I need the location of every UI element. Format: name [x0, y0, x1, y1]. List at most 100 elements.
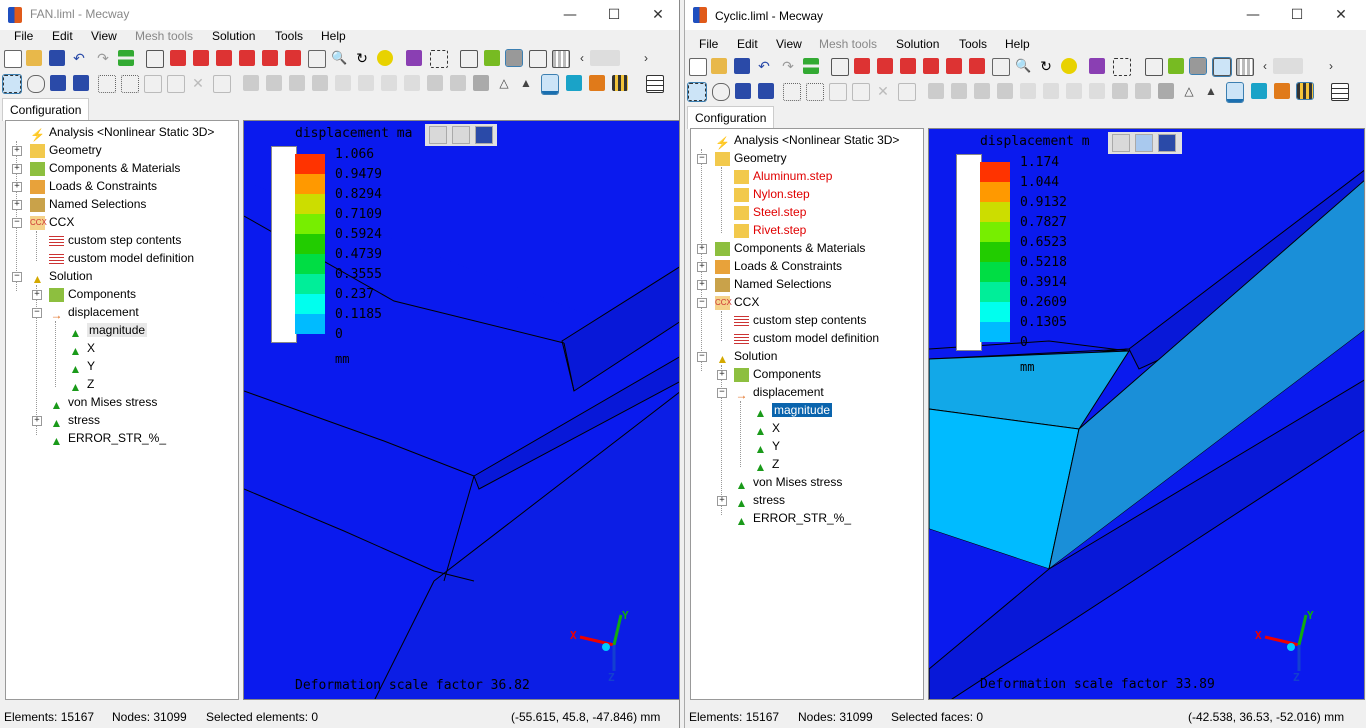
mesh-view-icon[interactable] — [552, 50, 570, 68]
toolbar-scroll-thumb[interactable] — [1273, 58, 1303, 74]
tree-item-named-selections[interactable]: Named Selections — [30, 195, 146, 213]
tree-item-ccx[interactable]: CCX CCX — [715, 293, 759, 311]
tree-item-analysis[interactable]: ⚡ Analysis <Nonlinear Static 3D> — [715, 131, 899, 150]
rotate-icon[interactable]: ↻ — [354, 50, 370, 66]
expand-toggle[interactable]: + — [12, 182, 22, 192]
open-folder-icon[interactable] — [711, 58, 727, 74]
collapse-toggle[interactable]: − — [32, 308, 42, 318]
solve-icon[interactable] — [803, 58, 819, 74]
select-mode-icon[interactable] — [430, 50, 448, 68]
tool-k-icon[interactable] — [1158, 83, 1174, 99]
menu-file[interactable]: File — [699, 37, 718, 51]
tree-item-stress[interactable]: ▲ stress — [734, 491, 785, 510]
undo-icon[interactable]: ↶ — [756, 58, 772, 74]
tree-item-von-mises[interactable]: ▲ von Mises stress — [734, 473, 843, 492]
tool-j-icon[interactable] — [450, 75, 466, 91]
select-pointer-icon[interactable] — [2, 74, 22, 94]
tool-f-icon[interactable] — [1043, 83, 1059, 99]
triangle-solid-icon[interactable]: ▲ — [1203, 83, 1219, 99]
tool-b-icon[interactable] — [951, 83, 967, 99]
view-wire-icon[interactable] — [1112, 134, 1130, 152]
legend-slider[interactable] — [271, 146, 297, 343]
3d-viewport[interactable]: displacement m 1.174 1.044 0.9132 0.7827 0.6… — [928, 128, 1365, 700]
zoom-icon[interactable]: 🔍 — [1015, 58, 1031, 74]
menu-solution[interactable]: Solution — [212, 29, 255, 43]
tree-item-geometry[interactable]: Geometry — [715, 149, 787, 167]
tool-e-icon[interactable] — [335, 75, 351, 91]
tab-configuration[interactable]: Configuration — [2, 98, 90, 121]
menu-mesh-tools[interactable]: Mesh tools — [135, 29, 193, 43]
deformed-shape-icon[interactable] — [541, 74, 559, 95]
tool-h-icon[interactable] — [404, 75, 420, 91]
explode-icon[interactable] — [98, 75, 116, 93]
tree-item-z[interactable]: ▲ Z — [68, 375, 95, 394]
view-hidden-icon[interactable] — [452, 126, 470, 144]
paint-icon[interactable] — [406, 50, 422, 66]
open-folder-icon[interactable] — [26, 50, 42, 66]
paint-icon[interactable] — [1089, 58, 1105, 74]
tool-f-icon[interactable] — [358, 75, 374, 91]
node-star-icon[interactable] — [806, 83, 824, 101]
split-icon[interactable] — [213, 75, 231, 93]
transform-icon[interactable] — [460, 50, 478, 68]
element-select-icon[interactable] — [50, 75, 66, 91]
minimize-button[interactable]: — — [1231, 0, 1275, 30]
view-box-4-icon[interactable] — [923, 58, 939, 74]
view-box-1-icon[interactable] — [170, 50, 186, 66]
collapse-toggle[interactable]: − — [12, 218, 22, 228]
tree-item-loads-constraints[interactable]: Loads & Constraints — [30, 177, 157, 195]
solid-view-icon[interactable] — [1189, 57, 1207, 75]
contour-icon[interactable] — [566, 75, 582, 91]
explode-icon[interactable] — [783, 83, 801, 101]
deformed-shape-icon[interactable] — [1226, 82, 1244, 103]
menu-solution[interactable]: Solution — [896, 37, 939, 51]
cube-icon[interactable] — [852, 83, 870, 101]
triangle-outline-icon[interactable]: △ — [496, 75, 512, 91]
expand-toggle[interactable]: + — [12, 164, 22, 174]
new-file-icon[interactable] — [689, 58, 707, 76]
tool-i-icon[interactable] — [427, 75, 443, 91]
view-box-2-icon[interactable] — [193, 50, 209, 66]
redo-icon[interactable]: ↷ — [95, 50, 111, 66]
element-select-icon[interactable] — [735, 83, 751, 99]
expand-toggle[interactable]: + — [697, 262, 707, 272]
mesh-view-icon[interactable] — [1236, 58, 1254, 76]
menu-view[interactable]: View — [776, 37, 802, 51]
expand-toggle[interactable]: + — [12, 146, 22, 156]
tool-d-icon[interactable] — [997, 83, 1013, 99]
film-icon[interactable] — [612, 75, 628, 91]
tool-b-icon[interactable] — [266, 75, 282, 91]
animate-icon[interactable] — [1274, 83, 1290, 99]
menu-help[interactable]: Help — [321, 29, 346, 43]
save-icon[interactable] — [734, 58, 750, 74]
tool-j-icon[interactable] — [1135, 83, 1151, 99]
tree-item-displacement[interactable]: → displacement — [734, 383, 824, 402]
expand-toggle[interactable]: + — [12, 200, 22, 210]
tree-item-named-selections[interactable]: Named Selections — [715, 275, 831, 293]
triangle-solid-icon[interactable]: ▲ — [518, 75, 534, 91]
tool-e-icon[interactable] — [1020, 83, 1036, 99]
node-star-icon[interactable] — [121, 75, 139, 93]
tree-item-magnitude[interactable]: ▲ magnitude — [753, 401, 833, 420]
view-box-6-icon[interactable] — [969, 58, 985, 74]
menu-edit[interactable]: Edit — [52, 29, 73, 43]
menu-file[interactable]: File — [14, 29, 33, 43]
tree-item-steel-step[interactable]: Steel.step — [734, 203, 806, 221]
tool-c-icon[interactable] — [289, 75, 305, 91]
tool-k-icon[interactable] — [473, 75, 489, 91]
zoom-box-icon[interactable] — [992, 58, 1010, 76]
tree-item-solution[interactable]: ▲ Solution — [715, 347, 778, 366]
select-mode-icon[interactable] — [1113, 58, 1131, 76]
tree-item-x[interactable]: ▲ X — [68, 339, 95, 358]
tree-item-loads-constraints[interactable]: Loads & Constraints — [715, 257, 842, 275]
view-box-3-icon[interactable] — [900, 58, 916, 74]
tree-item-solution[interactable]: ▲ Solution — [30, 267, 93, 286]
animate-icon[interactable] — [589, 75, 605, 91]
new-file-icon[interactable] — [4, 50, 22, 68]
tree-item-analysis[interactable]: ⚡ Analysis <Nonlinear Static 3D> — [30, 123, 214, 142]
menu-edit[interactable]: Edit — [737, 37, 758, 51]
tool-h-icon[interactable] — [1089, 83, 1105, 99]
tool-c-icon[interactable] — [974, 83, 990, 99]
tree-item-von-mises[interactable]: ▲ von Mises stress — [49, 393, 158, 412]
collapse-toggle[interactable]: − — [697, 352, 707, 362]
